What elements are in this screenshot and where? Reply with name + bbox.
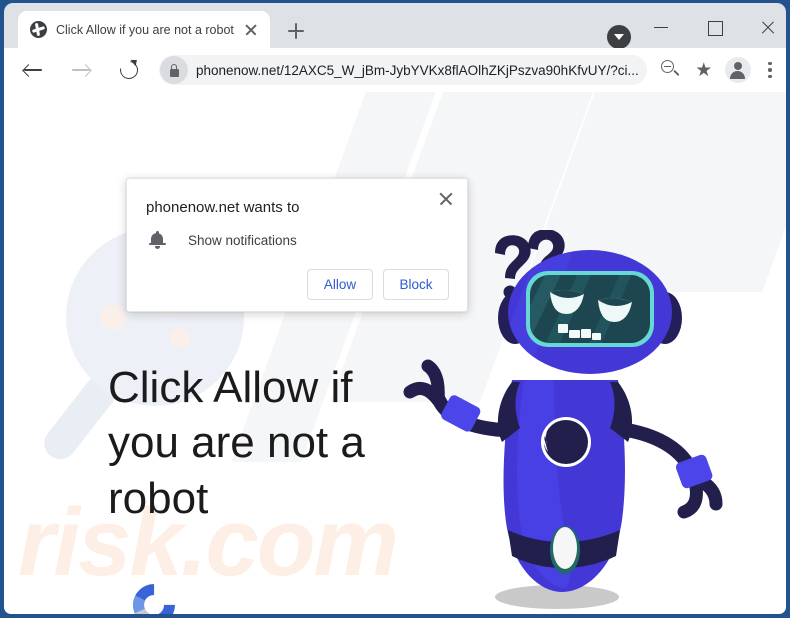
reload-icon[interactable] [113, 54, 145, 86]
browser-tab[interactable]: Click Allow if you are not a robot [18, 11, 270, 48]
forward-arrow-icon[interactable] [65, 54, 97, 86]
url-text: phonenow.net/12AXC5_W_jBm-JybYVKx8flAOlh… [196, 62, 639, 78]
dialog-close-icon[interactable] [433, 185, 459, 211]
page-title: Click Allow if you are not a robot [108, 363, 365, 523]
dialog-title: phonenow.net wants to [146, 199, 300, 216]
tab-close-icon[interactable] [240, 19, 262, 41]
page-viewport: risk.com Click Allow if you are not a ro… [4, 92, 786, 614]
tab-strip: Click Allow if you are not a robot [4, 3, 786, 49]
allow-button[interactable]: Allow [307, 269, 373, 300]
new-tab-button[interactable] [282, 17, 310, 45]
e-captcha-logo: E-CAPTCHA [124, 575, 184, 614]
window-maximize-button[interactable] [693, 11, 737, 43]
browser-toolbar: phonenow.net/12AXC5_W_jBm-JybYVKx8flAOlh… [4, 48, 786, 92]
star-glyph: ★ [695, 59, 713, 81]
captcha-c-icon [124, 575, 184, 614]
globe-icon [30, 21, 47, 38]
window-close-button[interactable] [746, 11, 790, 43]
permission-label: Show notifications [188, 232, 297, 248]
lock-icon[interactable] [160, 56, 188, 84]
block-button[interactable]: Block [383, 269, 449, 300]
decorative-blob [100, 304, 126, 330]
notification-permission-dialog: phonenow.net wants to Show notifications… [126, 178, 468, 312]
back-arrow-icon[interactable] [17, 54, 49, 86]
profile-avatar-icon[interactable] [723, 55, 753, 85]
browser-window: Click Allow if you are not a robot phone… [0, 0, 790, 618]
tab-title: Click Allow if you are not a robot [56, 22, 234, 37]
decorative-blob [170, 328, 190, 348]
permission-row: Show notifications [146, 229, 297, 251]
window-minimize-button[interactable] [640, 11, 684, 43]
three-dot-menu-icon[interactable] [755, 55, 785, 85]
zoom-out-icon[interactable] [655, 55, 685, 85]
download-indicator-icon[interactable] [607, 25, 631, 49]
bookmark-star-icon[interactable]: ★ [689, 55, 719, 85]
bell-icon [146, 229, 168, 251]
address-bar[interactable]: phonenow.net/12AXC5_W_jBm-JybYVKx8flAOlh… [159, 55, 647, 85]
